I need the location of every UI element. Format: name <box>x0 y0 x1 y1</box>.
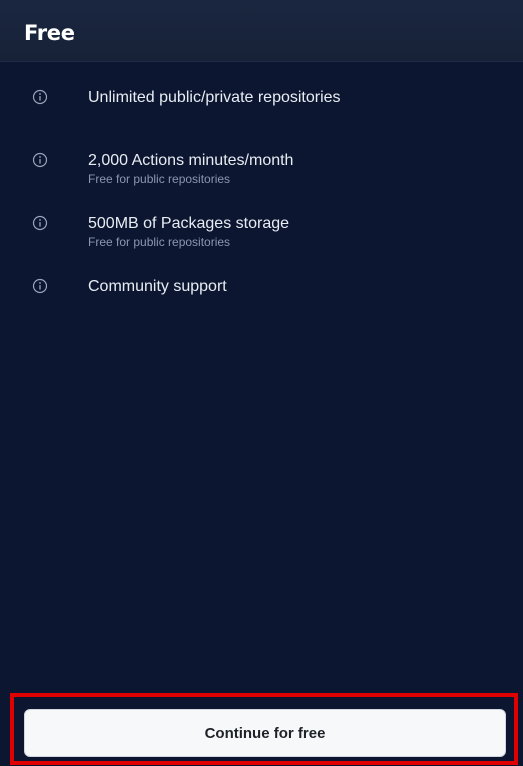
feature-item-actions: 2,000 Actions minutes/month Free for pub… <box>0 151 523 199</box>
feature-item-packages: 500MB of Packages storage Free for publi… <box>0 214 523 262</box>
feature-label: 2,000 Actions minutes/month <box>88 152 294 169</box>
plan-title: Free <box>24 21 75 45</box>
feature-label: Community support <box>88 278 227 295</box>
cta-highlight: Continue for free <box>10 693 518 765</box>
feature-item-repositories: Unlimited public/private repositories <box>0 88 523 136</box>
info-icon[interactable] <box>32 278 48 294</box>
feature-label: 500MB of Packages storage <box>88 215 290 232</box>
plan-card: Free Unlimited public/private repositori… <box>0 0 523 766</box>
info-icon[interactable] <box>32 89 48 105</box>
feature-label: Unlimited public/private repositories <box>88 89 341 106</box>
feature-list: Unlimited public/private repositories 2,… <box>0 62 523 325</box>
feature-note: Free for public repositories <box>88 235 231 249</box>
feature-item-support: Community support <box>0 277 523 325</box>
info-icon[interactable] <box>32 152 48 168</box>
continue-for-free-button[interactable]: Continue for free <box>24 709 506 757</box>
plan-header: Free <box>0 0 523 62</box>
feature-note: Free for public repositories <box>88 172 231 186</box>
info-icon[interactable] <box>32 215 48 231</box>
